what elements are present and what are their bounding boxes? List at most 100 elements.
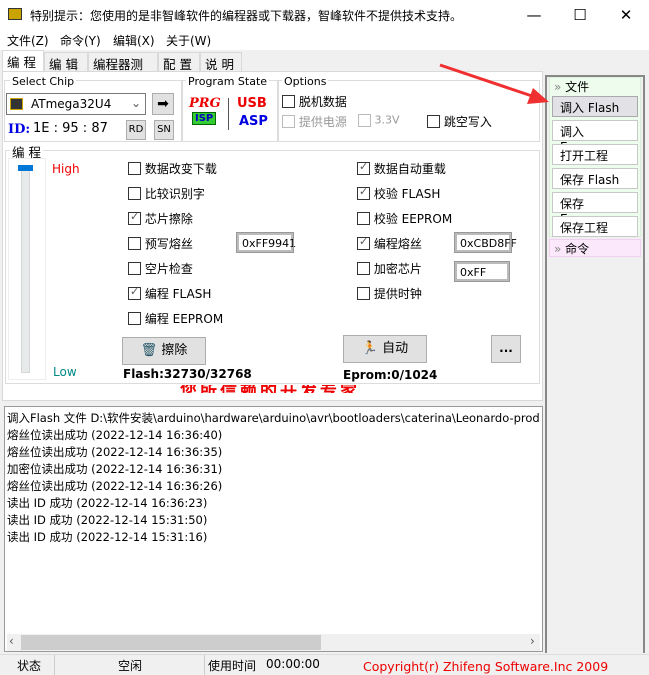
- side-button[interactable]: 调入 Flash: [552, 96, 638, 117]
- low-label: Low: [53, 365, 77, 379]
- tab-config[interactable]: 配 置: [158, 52, 200, 72]
- skip-blank-label: 跳空写入: [443, 115, 492, 129]
- divider: [54, 655, 55, 675]
- read-id-button[interactable]: RD: [126, 120, 146, 140]
- program-option-checkbox[interactable]: 校验 FLASH: [357, 185, 440, 202]
- supply-power-checkbox[interactable]: 提供电源: [282, 113, 347, 130]
- tab-programmer-test[interactable]: 编程器测试: [88, 52, 158, 91]
- program-option-label: 空片检查: [144, 262, 193, 276]
- program-option-checkbox[interactable]: 比较识别字: [128, 185, 205, 202]
- tab-help[interactable]: 说 明: [200, 52, 242, 72]
- eprom-usage: Eprom:0/1024: [343, 368, 438, 382]
- program-option-checkbox[interactable]: 空片检查: [128, 260, 193, 277]
- offline-data-label: 脱机数据: [298, 95, 347, 109]
- tab-edit[interactable]: 编 辑: [44, 52, 88, 72]
- v33-checkbox[interactable]: 3.3V: [358, 113, 400, 127]
- divider: [204, 655, 205, 675]
- program-option-checkbox[interactable]: 提供时钟: [357, 285, 422, 302]
- side-button[interactable]: 保存 Flash: [552, 168, 638, 189]
- menu-file[interactable]: 文件(Z): [7, 32, 49, 49]
- window-title: 特别提示：您使用的是非智峰软件的编程器或下载器，智峰软件不提供技术支持。: [30, 9, 463, 23]
- maximize-button[interactable]: ☐: [557, 0, 603, 30]
- minimize-button[interactable]: —: [511, 0, 557, 30]
- status-bar: 状态 空闲 使用时间 00:00:00 Copyright(r) Zhifeng…: [0, 654, 649, 675]
- auto-button[interactable]: 🏃 自动: [343, 335, 427, 363]
- divider: [228, 98, 229, 130]
- program-option-checkbox[interactable]: 校验 EEPROM: [357, 210, 452, 227]
- state-value: 空闲: [118, 659, 143, 673]
- high-label: High: [52, 162, 80, 176]
- slogan: 您所信赖的开发专家: [180, 385, 360, 393]
- speed-slider[interactable]: [8, 158, 46, 380]
- log-entry: 读出 ID 成功 (2022-12-14 15:31:50): [7, 513, 208, 527]
- horizontal-scrollbar[interactable]: ‹ ›: [7, 634, 540, 651]
- id-value: 1E : 95 : 87: [33, 121, 108, 136]
- usb-indicator: USB: [237, 96, 267, 111]
- program-state-label: Program State: [186, 75, 270, 88]
- program-option-checkbox[interactable]: 编程 FLASH: [128, 285, 211, 302]
- side-button[interactable]: 保存 Eeprom: [552, 192, 638, 226]
- log-entry: 读出 ID 成功 (2022-12-14 15:31:16): [7, 530, 208, 544]
- program-option-label: 编程熔丝: [373, 237, 422, 251]
- prefuse-field[interactable]: 0xFF9941: [236, 232, 296, 253]
- id-label: ID:: [8, 122, 31, 137]
- options-label: Options: [282, 75, 329, 88]
- program-option-checkbox[interactable]: 数据自动重载: [357, 160, 446, 177]
- program-option-label: 校验 FLASH: [373, 187, 441, 201]
- prg-indicator: PRG: [189, 96, 221, 111]
- log-entry: 熔丝位读出成功 (2022-12-14 16:36:35): [7, 445, 223, 459]
- offline-data-checkbox[interactable]: 脱机数据: [282, 93, 347, 110]
- slider-thumb[interactable]: [18, 165, 33, 171]
- more-button[interactable]: ...: [491, 335, 521, 363]
- file-section-label: 文件: [565, 80, 590, 94]
- fuse-field[interactable]: 0xCBD8FF: [454, 232, 517, 253]
- menu-about[interactable]: 关于(W): [166, 32, 211, 49]
- menu-command[interactable]: 命令(Y): [60, 32, 101, 49]
- skip-blank-checkbox[interactable]: 跳空写入: [427, 113, 492, 130]
- program-option-checkbox[interactable]: 芯片擦除: [128, 210, 193, 227]
- scroll-right-icon[interactable]: ›: [530, 634, 535, 648]
- sn-button[interactable]: SN: [154, 120, 174, 140]
- copyright: Copyright(r) Zhifeng Software.Inc 2009: [363, 659, 609, 674]
- running-man-icon: 🏃: [361, 341, 379, 356]
- erase-label: 擦除: [161, 343, 188, 358]
- scroll-left-icon[interactable]: ‹: [9, 634, 14, 648]
- select-chip-label: Select Chip: [10, 75, 77, 88]
- erase-button[interactable]: 🗑 擦除: [122, 337, 206, 365]
- command-section-header[interactable]: » 命令: [549, 239, 641, 257]
- log-panel: 调入Flash 文件 D:\软件安装\arduino\hardware\ardu…: [4, 406, 543, 652]
- chevron-double-right-icon: »: [554, 242, 562, 256]
- log-entry: 熔丝位读出成功 (2022-12-14 16:36:40): [7, 428, 223, 442]
- menu-edit[interactable]: 编辑(X): [113, 32, 155, 49]
- slider-track: [21, 167, 30, 373]
- program-option-label: 数据自动重载: [373, 162, 446, 176]
- chevron-down-icon: ⌄: [131, 96, 142, 110]
- program-option-label: 提供时钟: [373, 287, 422, 301]
- asp-indicator: ASP: [239, 114, 268, 129]
- program-option-checkbox[interactable]: 数据改变下载: [128, 160, 217, 177]
- menu-bar: 文件(Z) 命令(Y) 编辑(X) 关于(W): [0, 30, 649, 50]
- program-option-label: 预写熔丝: [144, 237, 193, 251]
- chip-icon: [10, 98, 23, 110]
- program-option-checkbox[interactable]: 编程 EEPROM: [128, 310, 223, 327]
- file-section-header[interactable]: » 文件: [554, 78, 589, 95]
- program-state-group: [182, 80, 278, 142]
- log-entry: 熔丝位读出成功 (2022-12-14 16:36:26): [7, 479, 223, 493]
- log-entry: 调入Flash 文件 D:\软件安装\arduino\hardware\ardu…: [7, 411, 540, 425]
- scrollbar-thumb[interactable]: [21, 635, 321, 650]
- program-option-checkbox[interactable]: 编程熔丝: [357, 235, 422, 252]
- program-option-checkbox[interactable]: 加密芯片: [357, 260, 422, 277]
- program-option-label: 芯片擦除: [144, 212, 193, 226]
- side-button[interactable]: 调入 Eeprom: [552, 120, 638, 154]
- side-button[interactable]: 保存工程: [552, 216, 638, 237]
- arrow-right-button[interactable]: ➡: [152, 93, 174, 115]
- program-option-checkbox[interactable]: 预写熔丝: [128, 235, 193, 252]
- chip-select[interactable]: ATmega32U4 ⌄: [6, 93, 146, 115]
- tab-program[interactable]: 编 程: [2, 50, 44, 71]
- side-button[interactable]: 打开工程: [552, 144, 638, 165]
- chevron-double-down-icon: »: [554, 80, 562, 94]
- program-option-label: 比较识别字: [144, 187, 205, 201]
- lock-field[interactable]: 0xFF: [454, 261, 510, 282]
- close-button[interactable]: ✕: [603, 0, 649, 30]
- command-section-label: 命令: [565, 242, 590, 256]
